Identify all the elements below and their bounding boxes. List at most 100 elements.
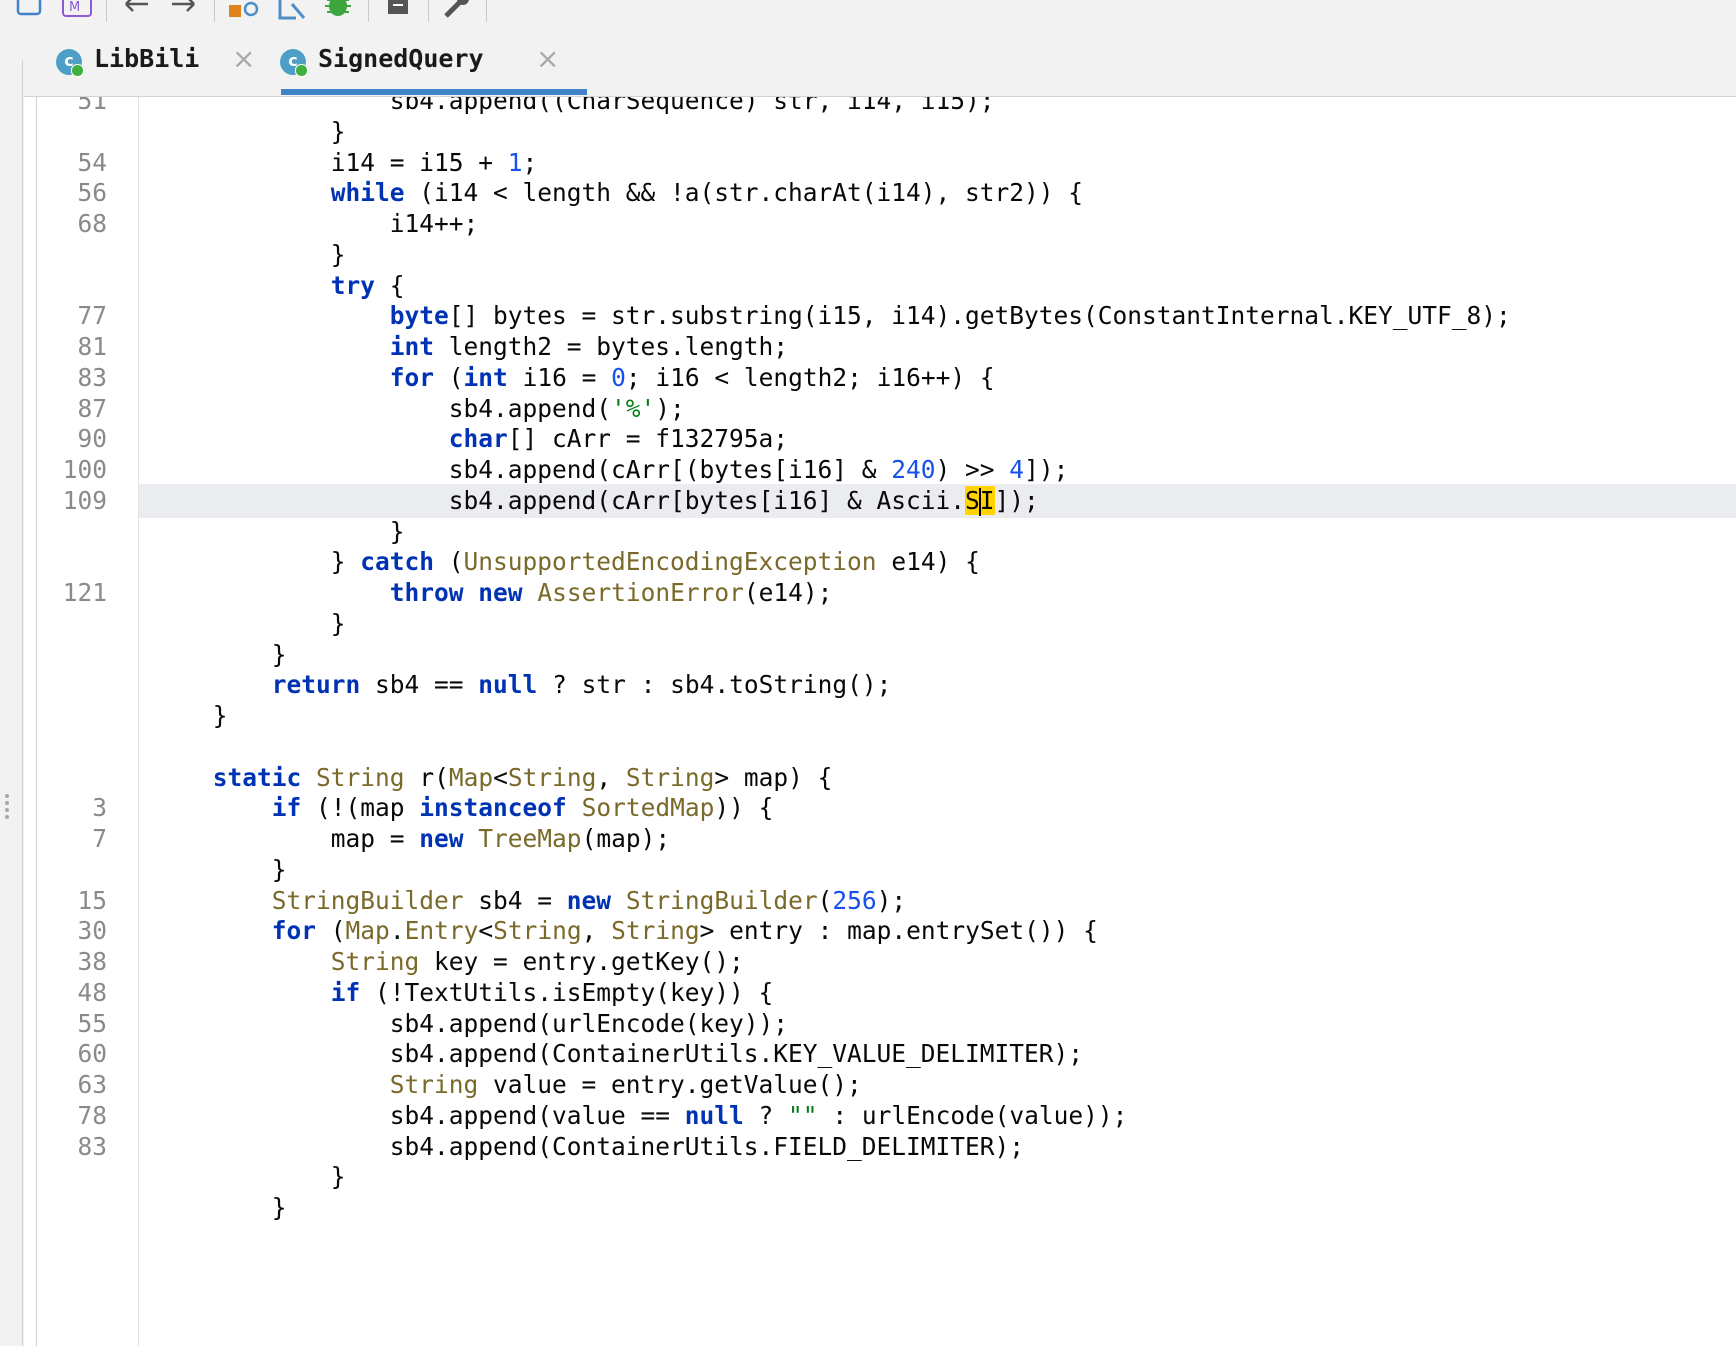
line-number: 38: [77, 947, 107, 976]
code-line[interactable]: try {: [139, 269, 1736, 303]
code-line[interactable]: } catch (UnsupportedEncodingException e1…: [139, 545, 1736, 579]
code-line[interactable]: StringBuilder sb4 = new StringBuilder(25…: [139, 884, 1736, 918]
resize-grip[interactable]: [5, 794, 9, 822]
close-icon[interactable]: ×: [232, 42, 255, 75]
code-line[interactable]: for (int i16 = 0; i16 < length2; i16++) …: [139, 361, 1736, 395]
line-number: 56: [77, 178, 107, 208]
editor-tab-bar: c LibBili × c SignedQuery ×: [24, 24, 1736, 97]
back-arrow-icon[interactable]: [120, 0, 154, 20]
stop-icon[interactable]: [384, 0, 414, 20]
line-number: [37, 761, 107, 795]
tab-signedquery[interactable]: c SignedQuery ×: [280, 24, 560, 96]
code-line[interactable]: }: [139, 515, 1736, 549]
build-config-icon[interactable]: [226, 0, 262, 20]
line-number: [37, 545, 107, 579]
code-line[interactable]: }: [139, 853, 1736, 887]
forward-arrow-icon[interactable]: [166, 0, 200, 20]
code-line[interactable]: i14++;: [139, 207, 1736, 241]
code-line[interactable]: sb4.append(ContainerUtils.KEY_VALUE_DELI…: [139, 1037, 1736, 1071]
line-number: [37, 115, 107, 149]
toolbar-separator: [106, 0, 107, 22]
code-line[interactable]: }: [139, 638, 1736, 672]
code-line[interactable]: while (i14 < length && !a(str.charAt(i14…: [139, 176, 1736, 210]
line-number: 63: [77, 1070, 107, 1099]
code-line[interactable]: return sb4 == null ? str : sb4.toString(…: [139, 668, 1736, 702]
line-number: 81: [77, 332, 107, 361]
code-line[interactable]: sb4.append(cArr[(bytes[i16] & 240) >> 4]…: [139, 453, 1736, 487]
line-number: [37, 638, 107, 672]
code-line[interactable]: throw new AssertionError(e14);: [139, 576, 1736, 610]
line-number: [37, 238, 107, 272]
toolbar-separator: [214, 0, 215, 22]
code-line[interactable]: [139, 730, 1736, 764]
toolbar-separator: [368, 0, 369, 22]
code-line[interactable]: sb4.append(value == null ? "" : urlEncod…: [139, 1099, 1736, 1133]
strip-divider: [22, 60, 23, 1346]
code-line[interactable]: }: [139, 115, 1736, 149]
left-tool-strip: [0, 24, 24, 1346]
line-number: 77: [77, 301, 107, 331]
line-number: 68: [77, 209, 107, 238]
code-line[interactable]: sb4.append(urlEncode(key));: [139, 1007, 1736, 1041]
line-number: [37, 1191, 107, 1225]
line-number: 90: [77, 424, 107, 454]
toolbar-separator: [428, 0, 429, 22]
code-line[interactable]: sb4.append(cArr[bytes[i16] & Ascii.SI]);: [139, 483, 1736, 518]
code-line[interactable]: }: [139, 699, 1736, 733]
line-number: [37, 668, 107, 702]
line-number: 30: [77, 916, 107, 946]
svg-text:M: M: [69, 0, 80, 15]
line-number: 15: [77, 885, 107, 915]
tab-label: SignedQuery: [318, 44, 484, 73]
run-icon[interactable]: [276, 0, 310, 20]
code-line[interactable]: }: [139, 238, 1736, 272]
code-line[interactable]: String value = entry.getValue();: [139, 1068, 1736, 1102]
line-number: 78: [77, 1100, 107, 1130]
line-number: [37, 730, 107, 764]
line-number: [37, 1160, 107, 1194]
code-line[interactable]: char[] cArr = f132795a;: [139, 422, 1736, 456]
layout-icon[interactable]: [14, 0, 44, 20]
line-number: 83: [77, 1131, 107, 1161]
code-line[interactable]: map = new TreeMap(map);: [139, 822, 1736, 856]
line-number: [37, 853, 107, 887]
settings-wrench-icon[interactable]: [440, 0, 474, 20]
code-line[interactable]: for (Map.Entry<String, String> entry : m…: [139, 914, 1736, 948]
line-number: [37, 269, 107, 303]
line-number-gutter: 51 54 56 68 77 81 83 87 90 100 109 121 3 7 15 30 38 48 55 6…: [37, 97, 139, 1346]
line-number: [37, 699, 107, 733]
tab-libbili[interactable]: c LibBili ×: [56, 24, 256, 96]
main-toolbar: M: [0, 0, 1736, 24]
line-number: 121: [62, 578, 107, 607]
line-number: [37, 607, 107, 641]
code-line[interactable]: byte[] bytes = str.substring(i15, i14).g…: [139, 299, 1736, 333]
line-number: [37, 515, 107, 549]
tab-label: LibBili: [94, 44, 200, 73]
line-number: 60: [77, 1039, 107, 1069]
line-number: 54: [77, 147, 107, 177]
line-number: 7: [92, 824, 107, 853]
text-caret: [978, 487, 981, 516]
code-line[interactable]: i14 = i15 + 1;: [139, 146, 1736, 180]
active-tab-indicator: [281, 89, 587, 95]
line-number: 83: [77, 362, 107, 392]
code-line[interactable]: }: [139, 607, 1736, 641]
line-number: 100: [62, 455, 107, 484]
line-number: 48: [77, 977, 107, 1007]
code-line[interactable]: if (!(map instanceof SortedMap)) {: [139, 791, 1736, 825]
code-line[interactable]: int length2 = bytes.length;: [139, 330, 1736, 364]
code-line[interactable]: String key = entry.getKey();: [139, 945, 1736, 979]
code-line[interactable]: }: [139, 1160, 1736, 1194]
code-line[interactable]: if (!TextUtils.isEmpty(key)) {: [139, 976, 1736, 1010]
code-line[interactable]: }: [139, 1191, 1736, 1225]
code-line[interactable]: sb4.append(ContainerUtils.FIELD_DELIMITE…: [139, 1130, 1736, 1164]
class-icon: c: [56, 49, 84, 77]
debug-icon[interactable]: [322, 0, 356, 20]
close-icon[interactable]: ×: [536, 42, 559, 75]
maven-icon[interactable]: M: [60, 0, 94, 20]
code-editor[interactable]: 51 54 56 68 77 81 83 87 90 100 109 121 3 7 15 30 38 48 55 6…: [36, 97, 1736, 1346]
code-line[interactable]: sb4.append('%');: [139, 392, 1736, 426]
line-number: 55: [77, 1008, 107, 1038]
code-line[interactable]: static String r(Map<String, String> map)…: [139, 761, 1736, 795]
line-number: 109: [62, 485, 107, 515]
